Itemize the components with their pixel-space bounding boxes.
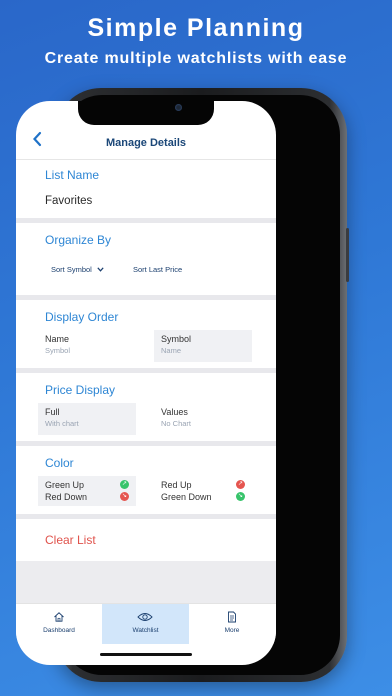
color-down-label: Green Down [161, 492, 212, 502]
tab-dashboard[interactable]: Dashboard [16, 604, 102, 644]
display-order-heading: Display Order [45, 310, 119, 324]
display-order-section: Display Order Name Symbol Symbol Name [16, 300, 276, 368]
display-order-symbol-option[interactable]: Symbol Name [154, 330, 252, 362]
price-display-option-sub: No Chart [161, 419, 192, 428]
tab-more[interactable]: More [189, 604, 275, 644]
camera-icon [175, 104, 182, 111]
color-up-label: Red Up [161, 480, 192, 490]
price-display-option-label: Full [45, 407, 60, 417]
display-order-option-label: Symbol [161, 334, 192, 344]
sort-symbol-label: Sort Symbol [51, 265, 92, 274]
promo-subtitle: Create multiple watchlists with ease [44, 50, 348, 67]
list-name-heading: List Name [45, 168, 100, 182]
tab-watchlist[interactable]: Watchlist [102, 604, 189, 644]
nav-bar: Manage Details [16, 129, 276, 160]
price-display-section: Price Display Full With chart Values No … [16, 373, 276, 441]
color-heading: Color [45, 456, 74, 470]
price-display-heading: Price Display [45, 383, 116, 397]
home-indicator [100, 653, 192, 656]
arrow-up-icon: ↗ [236, 480, 245, 489]
home-icon [54, 612, 64, 622]
tab-label: Watchlist [132, 627, 159, 634]
arrow-down-icon: ↘ [236, 492, 245, 501]
price-display-values-option[interactable]: Values No Chart [154, 403, 252, 435]
display-order-option-sub: Symbol [45, 346, 71, 355]
list-name-field[interactable]: Favorites [45, 195, 92, 207]
display-order-option-label: Name [45, 334, 70, 344]
page-title: Manage Details [105, 137, 187, 149]
arrow-down-icon: ↘ [120, 492, 129, 501]
arrow-up-icon: ↗ [120, 480, 129, 489]
list-name-section: List Name Favorites [16, 160, 276, 218]
promo-title: Simple Planning [87, 14, 305, 42]
display-order-option-sub: Name [161, 346, 182, 355]
sort-last-price-option[interactable]: Sort Last Price [133, 265, 182, 274]
display-order-name-option[interactable]: Name Symbol [38, 330, 134, 362]
price-display-option-sub: With chart [45, 419, 79, 428]
color-red-up-option[interactable]: Red Up Green Down ↗ ↘ [154, 476, 252, 506]
tab-label: Dashboard [43, 627, 75, 634]
manage-details-content: List Name Favorites Organize By Sort Sym… [16, 160, 276, 617]
sort-symbol-dropdown[interactable]: Sort Symbol [51, 265, 104, 274]
price-display-option-label: Values [161, 407, 188, 417]
organize-by-heading: Organize By [45, 233, 112, 247]
color-green-up-option[interactable]: Green Up Red Down ↗ ↘ [38, 476, 136, 506]
document-icon [228, 611, 236, 623]
chevron-down-icon [97, 265, 104, 274]
color-up-label: Green Up [45, 480, 85, 490]
eye-icon [137, 613, 153, 621]
price-display-full-option[interactable]: Full With chart [38, 403, 136, 435]
tab-bar: Dashboard Watchlist More [16, 603, 276, 644]
color-down-label: Red Down [45, 492, 88, 502]
notch [78, 101, 214, 125]
phone-screen: Manage Details List Name Favorites Organ… [16, 101, 276, 665]
clear-list-section: Clear List [16, 519, 276, 561]
color-section: Color Green Up Red Down ↗ ↘ Red Up Green… [16, 446, 276, 514]
tab-label: More [224, 627, 240, 634]
organize-by-section: Organize By Sort Symbol Sort Last Price [16, 223, 276, 295]
clear-list-button[interactable]: Clear List [45, 533, 96, 547]
